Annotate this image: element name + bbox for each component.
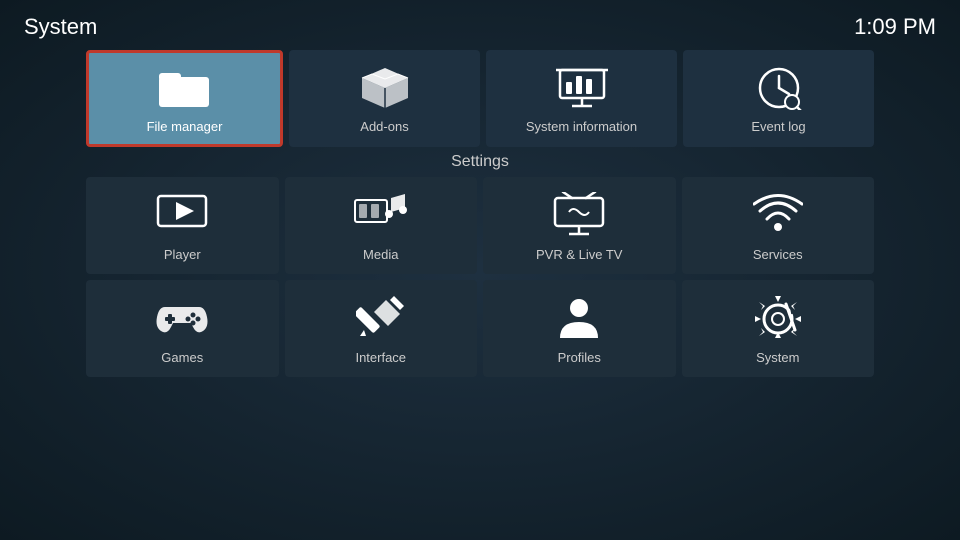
add-ons-icon xyxy=(357,65,413,111)
tile-pvr-live-tv[interactable]: PVR & Live TV xyxy=(483,177,676,274)
tile-media[interactable]: Media xyxy=(285,177,478,274)
tile-file-manager[interactable]: File manager xyxy=(86,50,283,147)
media-icon xyxy=(353,191,409,237)
tile-add-ons-label: Add-ons xyxy=(360,119,408,134)
event-log-icon xyxy=(751,65,807,111)
pvr-live-tv-icon xyxy=(551,191,607,237)
interface-icon xyxy=(353,294,409,340)
tile-interface[interactable]: Interface xyxy=(285,280,478,377)
games-icon xyxy=(154,294,210,340)
header: System 1:09 PM xyxy=(0,0,960,50)
tile-add-ons[interactable]: Add-ons xyxy=(289,50,480,147)
tile-system-information-label: System information xyxy=(526,119,637,134)
top-tiles-row: File manager Add-ons xyxy=(0,50,960,147)
tile-player[interactable]: Player xyxy=(86,177,279,274)
tile-system[interactable]: System xyxy=(682,280,875,377)
services-icon xyxy=(750,191,806,237)
tile-player-label: Player xyxy=(164,247,201,262)
tile-event-log[interactable]: Event log xyxy=(683,50,874,147)
tile-interface-label: Interface xyxy=(355,350,406,365)
tile-pvr-live-tv-label: PVR & Live TV xyxy=(536,247,622,262)
file-manager-icon xyxy=(157,65,213,111)
tile-services-label: Services xyxy=(753,247,803,262)
tile-profiles-label: Profiles xyxy=(558,350,601,365)
player-icon xyxy=(154,191,210,237)
system-information-icon xyxy=(554,65,610,111)
clock: 1:09 PM xyxy=(854,14,936,40)
profiles-icon xyxy=(551,294,607,340)
page-title: System xyxy=(24,14,97,40)
tile-games[interactable]: Games xyxy=(86,280,279,377)
tile-file-manager-label: File manager xyxy=(147,119,223,134)
settings-section-label: Settings xyxy=(0,153,960,171)
page: System 1:09 PM File manager xyxy=(0,0,960,540)
system-icon xyxy=(750,294,806,340)
tile-games-label: Games xyxy=(161,350,203,365)
tile-event-log-label: Event log xyxy=(751,119,805,134)
tile-media-label: Media xyxy=(363,247,398,262)
tile-system-label: System xyxy=(756,350,799,365)
settings-grid: Player Media xyxy=(0,177,960,377)
tile-services[interactable]: Services xyxy=(682,177,875,274)
tile-profiles[interactable]: Profiles xyxy=(483,280,676,377)
tile-system-information[interactable]: System information xyxy=(486,50,677,147)
